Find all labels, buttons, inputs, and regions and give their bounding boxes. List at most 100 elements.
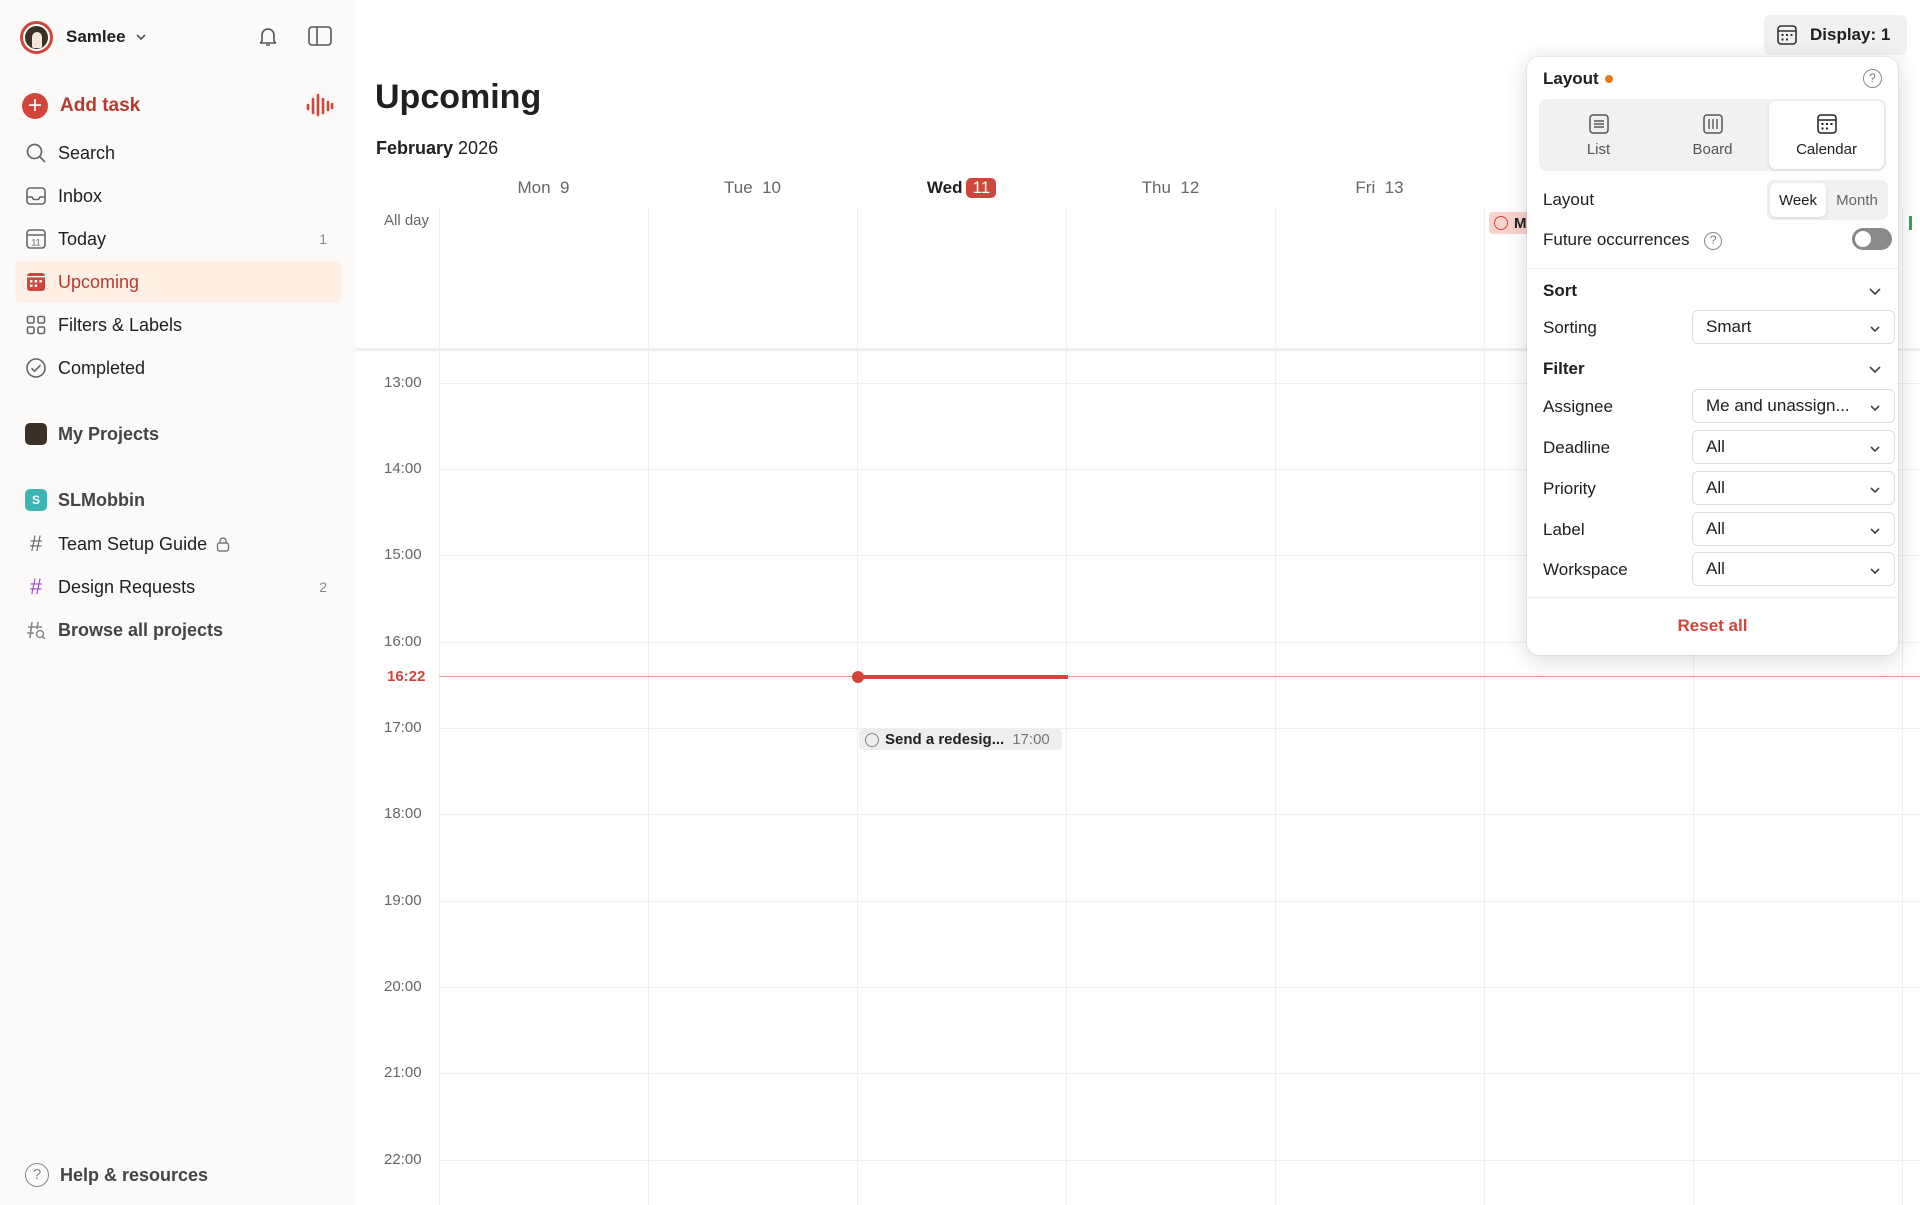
hour-label: 19:00 [384, 892, 422, 909]
help-resources-button[interactable]: ? Help & resources [25, 1160, 208, 1190]
reset-all-button[interactable]: Reset all [1527, 616, 1898, 636]
sidebar-item-inbox[interactable]: Inbox [15, 175, 341, 217]
assignee-label: Assignee [1543, 397, 1613, 416]
day-header-tue[interactable]: Tue 10 [648, 178, 857, 198]
hour-label: 18:00 [384, 805, 422, 822]
lock-icon [216, 537, 230, 552]
project-team-setup-guide[interactable]: # Team Setup Guide [15, 523, 341, 565]
deadline-value: All [1706, 437, 1725, 456]
view-calendar-button[interactable]: Calendar [1769, 101, 1884, 169]
workspace-link[interactable]: S SLMobbin [15, 479, 341, 521]
sidebar: Samlee + Add task Search Inbox 11 Today … [0, 0, 356, 1205]
sidebar-item-label: Filters & Labels [58, 314, 183, 335]
chevron-down-icon [1870, 528, 1880, 535]
popover-layout-title: Layout [1543, 69, 1613, 89]
layout-row-label: Layout [1543, 190, 1595, 209]
day-header-mon[interactable]: Mon 9 [439, 178, 648, 198]
divider [1527, 268, 1898, 269]
hour-label: 15:00 [384, 546, 422, 563]
ramble-wave-icon[interactable] [305, 90, 335, 120]
grid-line [857, 208, 858, 1205]
task-checkbox[interactable] [1494, 216, 1508, 230]
current-time-label: 16:22 [387, 668, 426, 685]
user-menu-button[interactable]: Samlee [20, 20, 148, 54]
display-button[interactable]: Display: 1 [1764, 15, 1907, 55]
display-label: Display: 1 [1810, 25, 1891, 44]
plus-icon: + [22, 93, 48, 119]
assignee-select[interactable]: Me and unassign... [1692, 389, 1895, 423]
project-label: Design Requests [58, 576, 196, 597]
browse-label: Browse all projects [58, 619, 224, 640]
month-name: February [376, 138, 454, 158]
current-time-dot [852, 671, 864, 683]
deadline-select[interactable]: All [1692, 430, 1895, 464]
day-label: Wed [926, 178, 963, 197]
chevron-down-icon[interactable] [1867, 283, 1883, 299]
view-list-button[interactable]: List [1541, 101, 1656, 169]
day-header-fri[interactable]: Fri 13 [1275, 178, 1484, 198]
add-task-button[interactable]: + Add task [22, 92, 140, 120]
bell-icon[interactable] [256, 24, 280, 48]
chevron-down-icon [1870, 487, 1880, 494]
display-popover: Layout ? List Board Calendar Layout Week… [1527, 57, 1898, 655]
chevron-down-icon [1870, 446, 1880, 453]
hour-line [439, 987, 1920, 988]
event-title: Send a redesig... [885, 731, 1005, 748]
future-occurrences-switch[interactable] [1852, 228, 1892, 250]
workspace-filter-label: Workspace [1543, 560, 1628, 579]
divider [1527, 597, 1898, 598]
sorting-label: Sorting [1543, 318, 1597, 337]
sidebar-item-filters-labels[interactable]: Filters & Labels [15, 304, 341, 346]
help-icon: ? [25, 1163, 49, 1187]
view-board-button[interactable]: Board [1655, 101, 1770, 169]
priority-select[interactable]: All [1692, 471, 1895, 505]
grid-line [648, 208, 649, 1205]
grid-icon [25, 314, 47, 336]
sidebar-item-upcoming[interactable]: Upcoming [15, 261, 341, 303]
sidebar-item-search[interactable]: Search [15, 132, 341, 174]
day-header-wed[interactable]: Wed 11 [857, 178, 1066, 198]
workspace-select[interactable]: All [1692, 552, 1895, 586]
week-option[interactable]: Week [1770, 183, 1826, 217]
priority-label: Priority [1543, 479, 1596, 498]
grid-line [439, 208, 440, 1205]
sidebar-toggle-icon[interactable] [307, 24, 333, 48]
sorting-select[interactable]: Smart [1692, 310, 1895, 344]
inbox-icon [25, 185, 47, 207]
month-option[interactable]: Month [1829, 183, 1885, 217]
hour-label: 17:00 [384, 719, 422, 736]
all-day-label: All day [384, 212, 430, 229]
sidebar-item-label: Inbox [58, 185, 103, 206]
deadline-label: Deadline [1543, 438, 1611, 457]
browse-projects-icon [25, 619, 47, 641]
my-projects-link[interactable]: My Projects [15, 413, 341, 455]
user-name: Samlee [66, 27, 126, 46]
future-occurrences-label: Future occurrences ? [1543, 230, 1723, 250]
hour-line [439, 1073, 1920, 1074]
sidebar-item-completed[interactable]: Completed [15, 347, 341, 389]
hour-label: 22:00 [384, 1151, 422, 1168]
avatar [20, 20, 53, 54]
my-projects-label: My Projects [58, 423, 160, 444]
month-picker[interactable]: February 2026 [376, 138, 498, 159]
day-label: Fri 13 [1355, 178, 1404, 197]
svg-text:11: 11 [31, 238, 40, 248]
layout-help-icon[interactable]: ? [1863, 69, 1882, 88]
day-header-thu[interactable]: Thu 12 [1066, 178, 1275, 198]
project-design-requests[interactable]: # Design Requests 2 [15, 566, 341, 608]
grid-line [1275, 208, 1276, 1205]
sidebar-item-today[interactable]: 11 Today 1 [15, 218, 341, 260]
changed-indicator-dot [1604, 75, 1613, 83]
search-icon [25, 142, 47, 164]
sort-heading: Sort [1543, 281, 1577, 300]
label-select[interactable]: All [1692, 512, 1895, 546]
help-label: Help & resources [60, 1164, 209, 1185]
future-occurrences-help-icon[interactable]: ? [1704, 231, 1723, 250]
chevron-down-icon[interactable] [1867, 361, 1883, 377]
all-day-task-marker [1909, 216, 1912, 230]
browse-all-projects-link[interactable]: Browse all projects [15, 609, 341, 651]
grid-line [1902, 208, 1903, 1205]
day-label: Mon 9 [517, 178, 570, 197]
task-checkbox[interactable] [865, 732, 879, 747]
calendar-event[interactable]: Send a redesig... 17:00 [859, 729, 1062, 750]
